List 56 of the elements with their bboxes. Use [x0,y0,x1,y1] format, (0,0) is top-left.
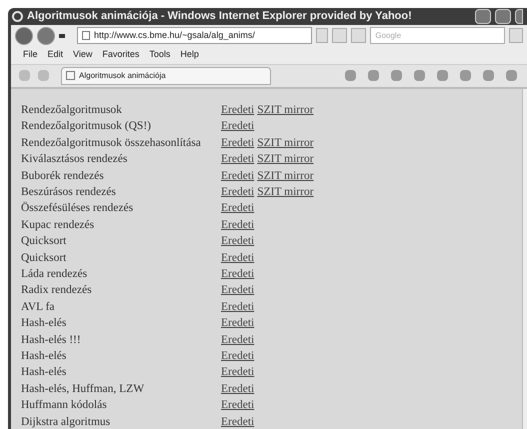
algorithm-name: Quicksort [21,234,68,250]
link[interactable]: SZIT mirror [257,102,314,120]
menu-item[interactable]: View [73,48,92,62]
link[interactable]: Eredeti [221,250,254,267]
search-field[interactable]: Google [370,27,505,44]
link[interactable]: Eredeti [221,364,254,382]
link[interactable]: Eredeti [221,102,254,120]
algorithm-name: Beszúrásos rendezés [21,185,117,200]
window-title: Algoritmusok animációja - Windows Internet Explorer provided by Yahoo! [27,9,412,24]
algorithm-name: Hash-elés [21,365,68,380]
algorithm-name: Kupac rendezés [21,218,96,233]
menu-item[interactable]: Tools [149,48,170,62]
link[interactable]: Eredeti [221,266,254,284]
algorithm-name: Rendezőalgoritmusok (QS!) [21,119,152,134]
algorithm-name: Huffmann kódolás [21,398,108,414]
link[interactable]: Eredeti [221,151,254,168]
menu-item[interactable]: Favorites [102,48,140,62]
link[interactable]: SZIT mirror [257,168,314,185]
link[interactable]: Eredeti [221,216,254,234]
algorithm-name: Láda rendezés [21,266,88,282]
browser-tab[interactable]: Algoritmusok animációja [61,66,271,84]
algorithm-name: Hash-elés [21,316,68,332]
link[interactable]: Eredeti [221,397,254,414]
algorithm-name: Rendezőalgoritmusok [21,103,123,118]
link[interactable]: Eredeti [221,380,254,398]
algorithm-name: Hash-elés [21,348,68,364]
link[interactable]: SZIT mirror [257,184,314,202]
menu-item[interactable]: File [23,48,38,62]
algorithm-name: Dijkstra algoritmus [21,414,112,429]
algorithm-name: Hash-elés !!! [21,332,82,348]
algorithm-name: Quicksort [21,250,68,266]
link[interactable]: Eredeti [221,348,254,366]
link[interactable]: Eredeti [221,233,254,250]
menu-item[interactable]: Edit [48,48,64,62]
link[interactable]: Eredeti [221,315,254,332]
link[interactable]: Eredeti [221,118,254,136]
link[interactable]: Eredeti [221,168,254,185]
link[interactable]: SZIT mirror [257,151,314,168]
algorithm-name: Buborék rendezés [21,168,105,184]
algorithm-name: Radix rendezés [21,283,93,298]
link[interactable]: Eredeti [221,282,254,300]
link[interactable]: Eredeti [221,184,254,202]
link[interactable]: Eredeti [221,332,254,349]
link[interactable]: SZIT mirror [257,134,314,152]
link[interactable]: Eredeti [221,200,254,218]
algorithm-name: AVL fa [21,300,56,315]
algorithm-name: Hash-elés, Huffman, LZW [21,382,146,397]
address-field[interactable]: http://www.cs.bme.hu/~gsala/alg_anims/ [77,27,312,44]
scrollbar[interactable] [522,88,527,429]
algorithm-name: Kiválasztásos rendezés [21,152,128,168]
link[interactable]: Eredeti [221,298,254,316]
link[interactable]: Eredeti [221,134,254,152]
link[interactable]: Eredeti [221,414,254,429]
menu-item[interactable]: Help [180,48,199,62]
algorithm-name: Rendezőalgoritmusok összehasonlítása [21,136,202,151]
algorithm-name: Összefésüléses rendezés [21,200,134,216]
